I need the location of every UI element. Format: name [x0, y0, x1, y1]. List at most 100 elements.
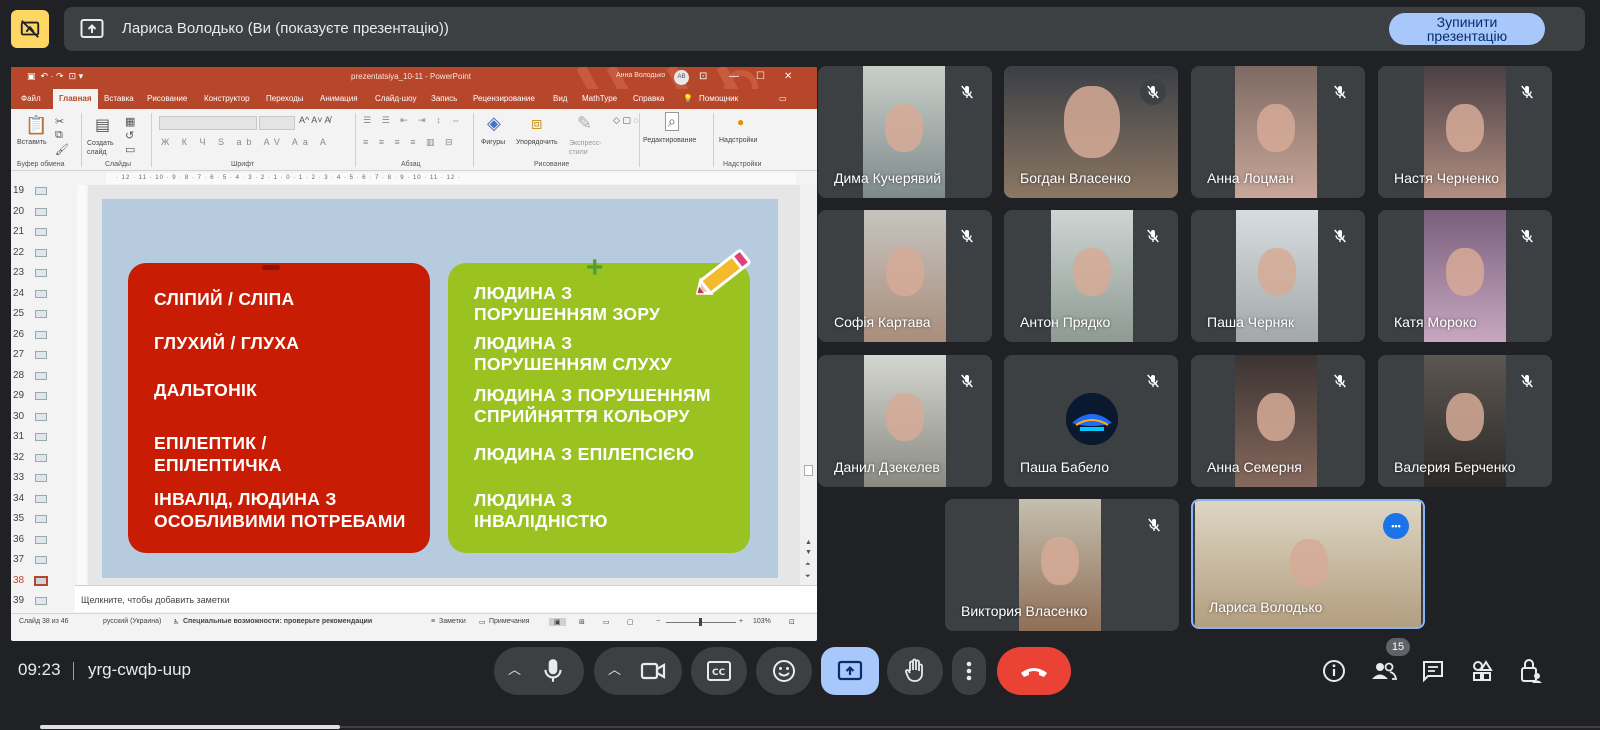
participant-tile[interactable]: Анна Лоцман — [1191, 66, 1365, 198]
slide-thumbnail[interactable]: 37 — [11, 550, 75, 570]
slide-mini[interactable] — [35, 248, 47, 257]
section-icon[interactable]: ▭ — [125, 143, 135, 156]
zoom-out-icon[interactable]: − — [656, 618, 660, 625]
maximize-icon[interactable]: ☐ — [756, 71, 765, 82]
stop-presenting-button[interactable]: Зупинити презентацію — [1389, 13, 1545, 45]
comments-button[interactable]: Примечания — [489, 618, 529, 625]
slide-mini[interactable] — [35, 474, 47, 482]
raise-hand-icon[interactable] — [887, 647, 943, 695]
slide-thumbnail[interactable]: 21 — [11, 222, 75, 242]
participant-tile[interactable]: Настя Черненко — [1378, 66, 1552, 198]
normal-view-icon[interactable]: ▣ — [549, 618, 566, 626]
participant-tile[interactable]: Катя Мороко — [1378, 210, 1552, 342]
slide-mini[interactable] — [35, 351, 47, 359]
videocam-icon[interactable] — [640, 659, 666, 688]
slide-thumbnail[interactable]: 20 — [11, 202, 75, 222]
tab-slideshow[interactable]: Слайд-шоу — [375, 94, 416, 103]
slide-thumbnail[interactable]: 22 — [11, 243, 75, 263]
slide-mini[interactable] — [34, 575, 48, 586]
paste-icon[interactable]: 📋 — [25, 115, 47, 136]
slide-mini[interactable] — [35, 556, 47, 564]
slide-mini[interactable] — [35, 310, 47, 318]
participant-tile[interactable]: Дима Кучерявий — [818, 66, 992, 198]
next-slide-icon[interactable]: ⏷ — [805, 573, 811, 581]
slide-mini[interactable] — [35, 494, 47, 503]
font-size-field[interactable] — [259, 116, 295, 130]
tab-record[interactable]: Запись — [431, 94, 457, 103]
ribbon-display-icon[interactable]: ⊡ — [699, 71, 707, 82]
participant-tile[interactable]: Паша Черняк — [1191, 210, 1365, 342]
ppt-user-avatar[interactable]: АВ — [674, 70, 689, 85]
slide-thumbnail[interactable]: 36 — [11, 530, 75, 550]
quick-access-toolbar[interactable]: ▣ ↶ · ↷ ⊡ ▾ — [27, 71, 83, 82]
activities-icon[interactable] — [1469, 658, 1495, 684]
close-icon[interactable]: ✕ — [784, 71, 792, 82]
slideshow-view-icon[interactable]: ▢ — [627, 618, 634, 626]
tab-transitions[interactable]: Переходы — [266, 94, 304, 103]
arrange-button[interactable]: Упорядочить — [516, 139, 558, 146]
font-format-icons[interactable]: Ж К Ч S ab AV Aa A — [161, 137, 331, 147]
more-horiz-icon[interactable]: ••• — [1383, 513, 1409, 539]
scroll-thumb[interactable] — [804, 465, 813, 476]
present-to-all-off-icon[interactable] — [11, 10, 49, 48]
comments-icon[interactable]: ▭ — [779, 94, 787, 103]
accessibility-status[interactable]: Специальные возможности: проверьте реком… — [183, 618, 372, 625]
reset-icon[interactable]: ↺ — [125, 129, 134, 142]
zoom-slider-thumb[interactable] — [699, 618, 702, 626]
slide-thumbnail[interactable]: 35 — [11, 509, 75, 529]
slide-mini[interactable] — [35, 371, 47, 380]
slide-thumbnail[interactable]: 31 — [11, 427, 75, 447]
slide-thumbnail[interactable]: 33 — [11, 468, 75, 488]
zoom-in-icon[interactable]: + — [739, 618, 743, 625]
participant-tile[interactable]: Паша Бабело — [1004, 355, 1178, 487]
fit-slide-icon[interactable]: ⊡ — [789, 618, 795, 626]
slide-thumbnail[interactable]: 26 — [11, 325, 75, 345]
slide-thumbnail[interactable]: 34 — [11, 489, 75, 509]
participant-tile[interactable]: Антон Прядко — [1004, 210, 1178, 342]
new-slide-button[interactable]: Создать слайд — [87, 139, 123, 157]
font-grow-icon[interactable]: A^ A˅ A̸ — [299, 115, 331, 125]
slide-mini[interactable] — [35, 392, 47, 400]
quick-styles-button[interactable]: Экспресс-стили — [569, 139, 609, 157]
slide-mini[interactable] — [35, 207, 47, 216]
participant-tile[interactable]: Виктория Власенко — [945, 499, 1179, 631]
present-to-all-icon[interactable] — [821, 647, 879, 695]
slide-thumbnail[interactable]: 27 — [11, 345, 75, 365]
tab-view[interactable]: Вид — [553, 94, 567, 103]
notes-button[interactable]: Заметки — [439, 618, 466, 625]
slide-thumbnail[interactable]: 39 — [11, 591, 75, 611]
slide-thumbnail[interactable]: 32 — [11, 448, 75, 468]
language-indicator[interactable]: русский (Украина) — [103, 618, 161, 625]
find-icon[interactable]: ⌕ — [665, 112, 679, 131]
scroll-up-icon[interactable]: ▲ — [805, 539, 812, 546]
slide-mini[interactable] — [35, 187, 47, 195]
addins-button[interactable]: Надстройки — [719, 137, 757, 144]
cut-icon[interactable]: ✂ — [55, 115, 64, 128]
chevron-up-icon[interactable]: ︿ — [508, 659, 521, 678]
notes-pane[interactable]: Щелкните, чтобы добавить заметки — [75, 585, 817, 612]
sorter-view-icon[interactable]: ⊞ — [579, 618, 585, 626]
addins-icon[interactable]: ● — [737, 115, 744, 129]
slide-thumbnail[interactable]: 38 — [11, 571, 75, 591]
slide-mini[interactable] — [35, 433, 47, 441]
participant-tile[interactable]: Данил Дзекелев — [818, 355, 992, 487]
call-end-icon[interactable] — [997, 647, 1071, 695]
chevron-up-icon[interactable]: ︿ — [608, 659, 621, 678]
scroll-down-icon[interactable]: ▼ — [805, 549, 812, 556]
tab-draw[interactable]: Рисование — [147, 94, 187, 103]
tab-tell-me[interactable]: Помощник — [699, 94, 738, 103]
slide-mini[interactable] — [35, 597, 47, 605]
meeting-code[interactable]: yrg-cwqb-uup — [88, 660, 191, 680]
mic-icon[interactable] — [540, 657, 566, 690]
slide-thumbnail[interactable]: 23 — [11, 263, 75, 283]
participant-tile[interactable]: Богдан Власенко — [1004, 66, 1178, 198]
chat-icon[interactable] — [1420, 658, 1446, 684]
tab-design[interactable]: Конструктор — [204, 94, 250, 103]
slide-mini[interactable] — [35, 515, 47, 523]
slide-thumbnail[interactable]: 28 — [11, 366, 75, 386]
font-name-field[interactable] — [159, 116, 257, 130]
tab-review[interactable]: Рецензирование — [473, 94, 535, 103]
participant-tile[interactable]: Софія Картава — [818, 210, 992, 342]
slide-mini[interactable] — [35, 535, 47, 544]
shape-fill-icon[interactable]: ◇ ▢ ◌ — [613, 115, 639, 126]
